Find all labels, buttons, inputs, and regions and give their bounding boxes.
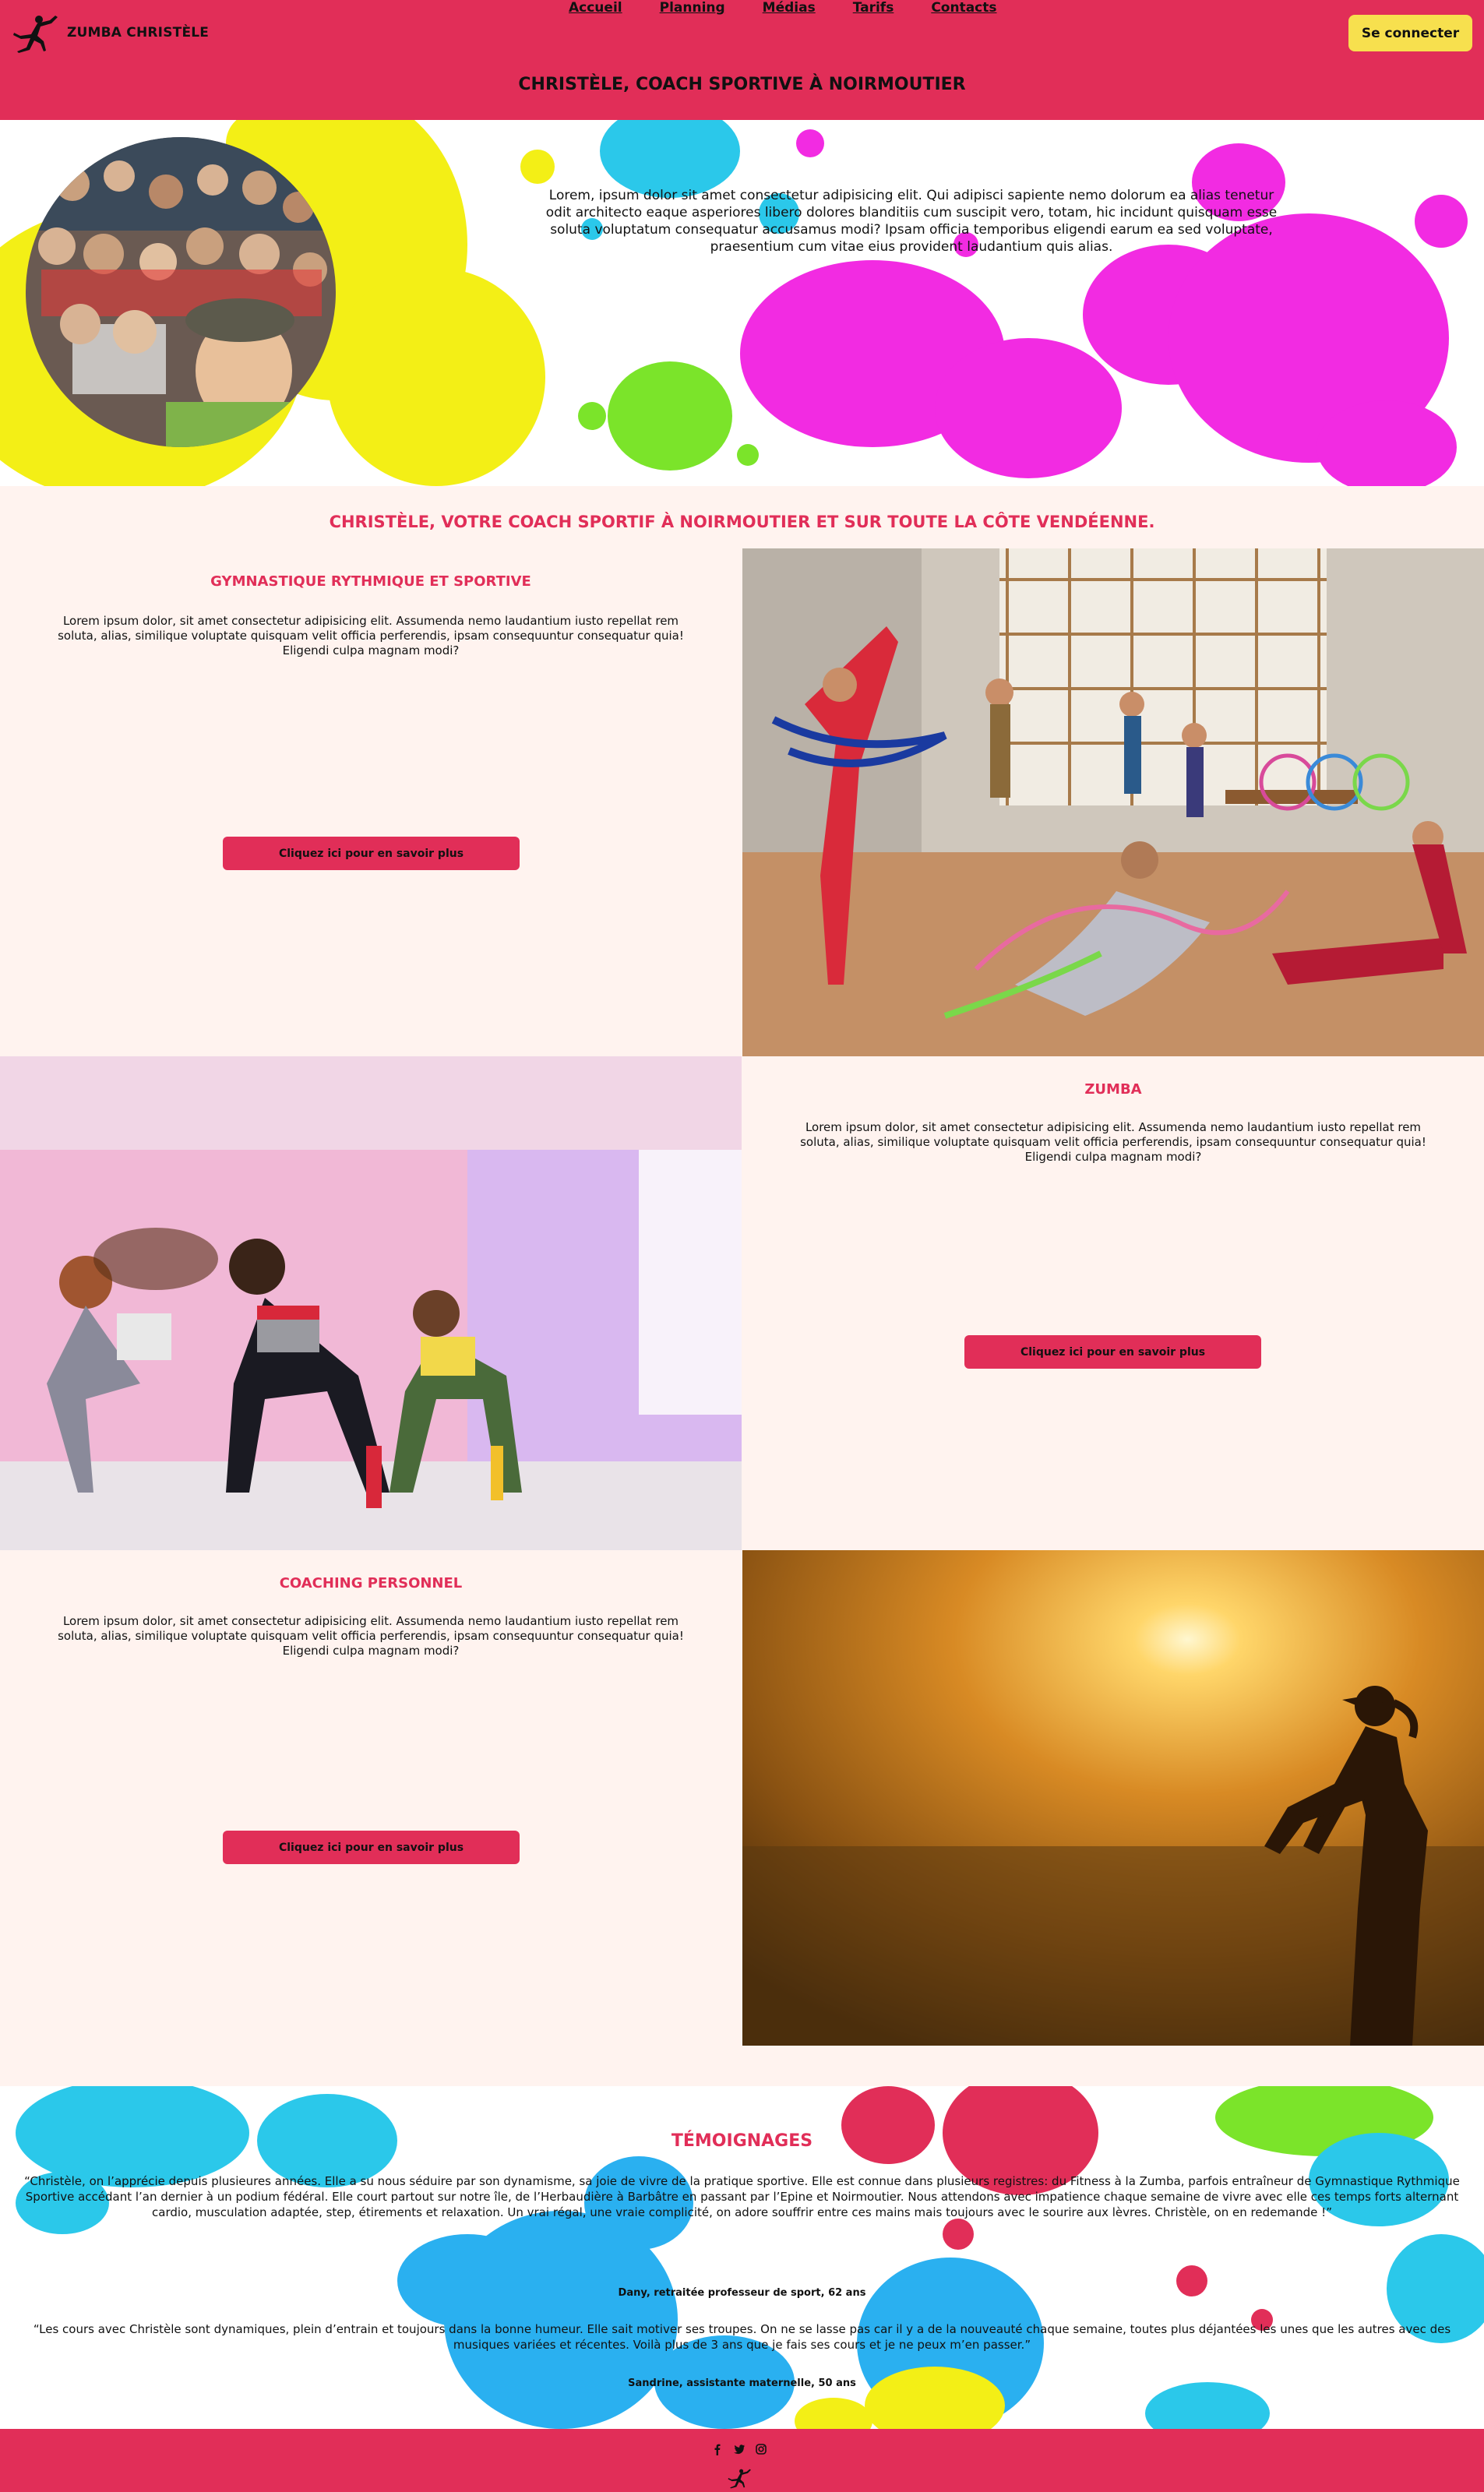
dancer-logo-icon bbox=[13, 16, 58, 53]
hero-section: Lorem, ipsum dolor sit amet consectetur … bbox=[0, 120, 1484, 486]
twitter-icon[interactable] bbox=[733, 2443, 746, 2455]
site-footer bbox=[0, 2429, 1484, 2492]
dancer-logo-icon bbox=[728, 2469, 751, 2489]
service-heading: ZUMBA bbox=[1084, 1081, 1142, 1098]
main-nav: Accueil Planning Médias Tarifs Contacts bbox=[569, 0, 997, 16]
nav-link-contacts[interactable]: Contacts bbox=[931, 0, 996, 16]
services-title: CHRISTÈLE, VOTRE COACH SPORTIF À NOIRMOU… bbox=[329, 513, 1155, 531]
testimonials-section: TÉMOIGNAGES “Christèle, on l’apprécie de… bbox=[0, 2086, 1484, 2429]
runner-sunset-photo bbox=[742, 1550, 1484, 2046]
nav-link-accueil[interactable]: Accueil bbox=[569, 0, 622, 16]
service-description: Lorem ipsum dolor, sit amet consectetur … bbox=[58, 1614, 684, 1658]
testimonial-author: Dany, retraitée professeur de sport, 62 … bbox=[618, 2287, 866, 2299]
more-info-button[interactable]: Cliquez ici pour en savoir plus bbox=[964, 1335, 1261, 1369]
testimonial-quote: “Les cours avec Christèle sont dynamique… bbox=[33, 2322, 1451, 2352]
nav-link-planning[interactable]: Planning bbox=[660, 0, 725, 16]
service-zumba: ZUMBA Lorem ipsum dolor, sit amet consec… bbox=[742, 1056, 1484, 1550]
service-heading: COACHING PERSONNEL bbox=[279, 1575, 463, 1591]
service-description: Lorem ipsum dolor, sit amet consectetur … bbox=[58, 614, 684, 657]
services-section: CHRISTÈLE, VOTRE COACH SPORTIF À NOIRMOU… bbox=[0, 486, 1484, 2086]
zumba-photo bbox=[0, 1056, 742, 1550]
nav-link-tarifs[interactable]: Tarifs bbox=[853, 0, 894, 16]
more-info-button[interactable]: Cliquez ici pour en savoir plus bbox=[223, 837, 520, 870]
testimonial-author: Sandrine, assistante maternelle, 50 ans bbox=[628, 2377, 856, 2389]
gymnastics-photo bbox=[742, 548, 1484, 1056]
testimonial-quote: “Christèle, on l’apprécie depuis plusieu… bbox=[24, 2174, 1460, 2219]
nav-link-medias[interactable]: Médias bbox=[763, 0, 816, 16]
facebook-icon[interactable] bbox=[711, 2443, 724, 2455]
social-links bbox=[711, 2443, 767, 2455]
brand-name: ZUMBA CHRISTÈLE bbox=[67, 25, 210, 41]
coach-group-photo bbox=[26, 137, 336, 447]
more-info-button[interactable]: Cliquez ici pour en savoir plus bbox=[223, 1831, 520, 1864]
login-button[interactable]: Se connecter bbox=[1348, 15, 1472, 51]
service-coaching: COACHING PERSONNEL Lorem ipsum dolor, si… bbox=[0, 1550, 742, 2046]
brand[interactable]: ZUMBA CHRISTÈLE bbox=[9, 12, 209, 53]
site-header: ZUMBA CHRISTÈLE Accueil Planning Médias … bbox=[0, 0, 1484, 120]
page-title: CHRISTÈLE, COACH SPORTIVE À NOIRMOUTIER bbox=[518, 75, 966, 94]
testimonials-title: TÉMOIGNAGES bbox=[671, 2131, 813, 2151]
hero-description: Lorem, ipsum dolor sit amet consectetur … bbox=[545, 188, 1278, 255]
instagram-icon[interactable] bbox=[755, 2443, 767, 2455]
service-gymnastique: GYMNASTIQUE RYTHMIQUE ET SPORTIVE Lorem … bbox=[0, 548, 742, 1056]
service-description: Lorem ipsum dolor, sit amet consectetur … bbox=[800, 1120, 1426, 1164]
service-heading: GYMNASTIQUE RYTHMIQUE ET SPORTIVE bbox=[210, 573, 531, 590]
